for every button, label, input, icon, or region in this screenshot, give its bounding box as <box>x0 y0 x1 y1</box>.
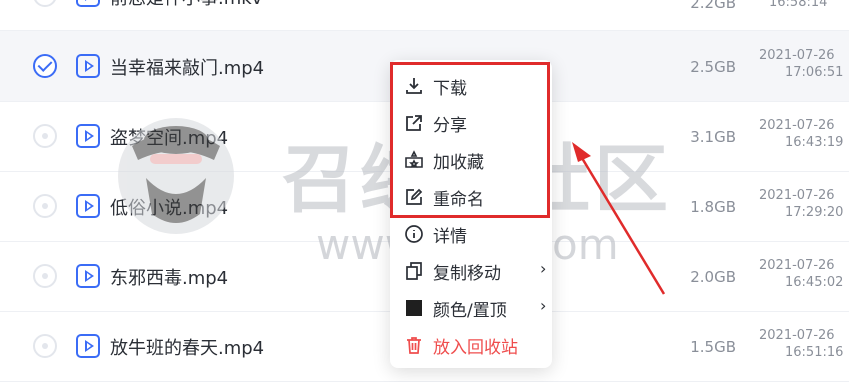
context-menu: 下载 分享 加收藏 重命名 详情 复制移动 › 颜色/置顶 › 放入回收站 <box>390 60 552 368</box>
menu-item-label: 下载 <box>433 79 467 99</box>
menu-item-label: 分享 <box>433 116 467 136</box>
menu-item-label: 重命名 <box>433 190 484 210</box>
checkbox-dot-icon <box>42 133 48 139</box>
row-checkbox[interactable] <box>33 0 57 7</box>
file-time: 16:43:19 <box>785 135 844 150</box>
file-time: 16:51:16 <box>785 345 844 360</box>
file-time: 16:45:02 <box>785 275 844 290</box>
file-date: 2021-07-26 16:45:02 <box>759 257 849 291</box>
file-date: 2021-07-26 17:29:20 <box>759 187 849 221</box>
file-date: 2021-07-26 16:43:19 <box>759 117 849 151</box>
share-icon <box>406 115 422 131</box>
file-size: 2.0GB <box>690 268 736 286</box>
menu-item-label: 放入回收站 <box>433 338 518 358</box>
file-row[interactable]: 前恋是件小事.mkv 2.2GB 16:58:14 <box>0 0 849 31</box>
file-size: 3.1GB <box>690 128 736 146</box>
checkbox-dot-icon <box>42 343 48 349</box>
file-name[interactable]: 放牛班的春天.mp4 <box>110 334 264 360</box>
file-time: 16:58:14 <box>769 0 828 10</box>
copy-icon <box>406 262 422 280</box>
row-checkbox[interactable] <box>33 194 57 218</box>
check-icon <box>37 57 53 72</box>
info-icon <box>405 225 423 243</box>
file-name[interactable]: 当幸福来敲门.mp4 <box>110 54 264 80</box>
checkbox-dot-icon <box>42 273 48 279</box>
file-time: 17:06:51 <box>785 65 844 80</box>
submenu-arrow-icon: › <box>540 296 547 315</box>
file-time: 17:29:20 <box>785 205 844 220</box>
video-file-icon <box>76 264 100 288</box>
row-checkbox[interactable] <box>33 54 57 78</box>
menu-item-label: 复制移动 <box>433 264 501 284</box>
video-file-icon <box>76 194 100 218</box>
color-square-icon <box>406 300 422 316</box>
video-file-icon <box>76 0 100 7</box>
file-name[interactable]: 东邪西毒.mp4 <box>110 264 228 290</box>
row-checkbox[interactable] <box>33 264 57 288</box>
video-file-icon <box>76 54 100 78</box>
file-date: 2021-07-26 17:06:51 <box>759 47 849 81</box>
trash-icon <box>407 337 421 354</box>
menu-item-label: 详情 <box>433 227 467 247</box>
submenu-arrow-icon: › <box>540 259 547 278</box>
file-name[interactable]: 低俗小说.mp4 <box>110 194 228 220</box>
video-file-icon <box>76 334 100 358</box>
checkbox-dot-icon <box>42 203 48 209</box>
file-size: 1.5GB <box>690 338 736 356</box>
menu-item-label: 加收藏 <box>433 153 484 173</box>
file-size: 2.2GB <box>690 0 736 12</box>
file-date: 2021-07-26 16:51:16 <box>759 327 849 361</box>
menu-item-label: 颜色/置顶 <box>433 301 507 321</box>
file-size: 1.8GB <box>690 198 736 216</box>
video-file-icon <box>76 124 100 148</box>
row-checkbox[interactable] <box>33 334 57 358</box>
file-date: 16:58:14 <box>759 0 849 11</box>
file-name[interactable]: 盗梦空间.mp4 <box>110 124 228 150</box>
rename-icon <box>406 188 423 205</box>
row-checkbox[interactable] <box>33 124 57 148</box>
file-size: 2.5GB <box>690 58 736 76</box>
download-icon <box>406 78 422 94</box>
favorite-icon <box>405 150 423 169</box>
file-name[interactable]: 前恋是件小事.mkv <box>110 0 262 10</box>
